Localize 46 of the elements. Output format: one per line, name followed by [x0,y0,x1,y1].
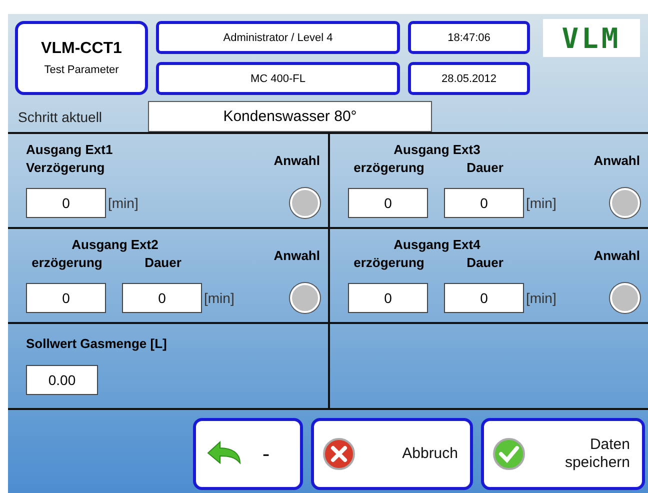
number-field[interactable]: 0 [444,282,524,312]
field-label: Verzögerung [26,160,105,177]
model-display: MC 400-FL [156,62,400,95]
select-label: Anwahl [274,152,320,168]
field-label: erzögerung [354,255,424,272]
number-field[interactable]: 0 [348,282,428,312]
date-display: 28.05.2012 [408,62,530,95]
select-label: Anwahl [594,248,640,262]
field-label: Dauer [144,255,182,272]
unit-label: [min] [526,290,558,306]
select-label: Anwahl [594,152,640,168]
select-indicator[interactable] [610,188,640,218]
output-title: Ausgang Ext3 [394,142,480,159]
unit-label: [min] [526,194,558,210]
time-display: 18:47:06 [408,21,530,54]
output-title: Ausgang Ext4 [394,237,480,254]
select-indicator[interactable] [290,282,320,312]
step-display: Kondenswasser 80° [148,101,432,132]
save-button[interactable]: Daten speichern [481,418,645,490]
cancel-button[interactable]: Abbruch [311,418,473,490]
field-label: Dauer [466,255,504,272]
step-label: Schritt aktuell [18,108,104,124]
number-field[interactable]: 0 [26,282,106,312]
select-label: Anwahl [274,248,320,262]
number-field[interactable]: 0 [348,188,428,218]
number-field[interactable]: 0 [444,188,524,218]
number-field[interactable]: 0 [122,282,202,312]
field-label: erzögerung [32,255,102,272]
field-label: Dauer [466,160,504,177]
number-field[interactable]: 0 [26,188,106,218]
unit-label: [min] [108,194,140,210]
unit-label: [min] [204,290,236,306]
user-display: Administrator / Level 4 [156,21,400,54]
check-icon [492,437,526,471]
setpoint-label: Sollwert Gasmenge [L] [26,336,168,351]
cancel-icon [322,437,356,471]
logo: VLM [543,19,640,57]
select-indicator[interactable] [290,188,320,218]
number-field[interactable]: 0.00 [26,365,98,395]
device-title: VLM-CCT1 [41,40,122,58]
output-title: Ausgang Ext2 [72,237,158,254]
field-label: erzögerung [354,160,424,177]
screen-subtitle: Test Parameter [44,64,119,76]
select-indicator[interactable] [610,282,640,312]
back-button[interactable]: - [193,418,303,490]
output-title: Ausgang Ext1 [26,142,113,159]
